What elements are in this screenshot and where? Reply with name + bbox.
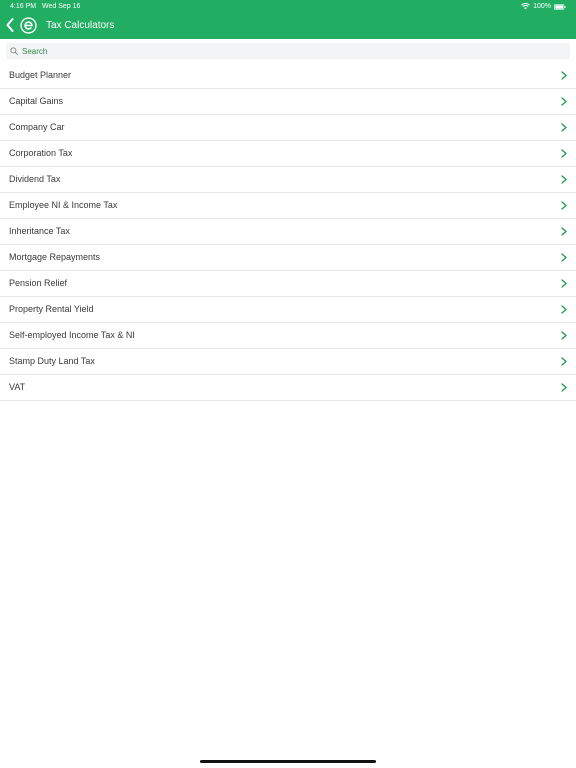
list-item-label: Self-employed Income Tax & NI <box>9 330 135 340</box>
chevron-right-icon <box>561 357 567 366</box>
list-item-label: Capital Gains <box>9 96 64 106</box>
chevron-right-icon <box>561 383 567 392</box>
battery-percentage: 100% <box>533 3 551 10</box>
app-logo-icon <box>20 17 37 34</box>
chevron-right-icon <box>561 279 567 288</box>
chevron-right-icon <box>561 253 567 262</box>
search-section <box>0 39 576 63</box>
list-item-label: Mortgage Repayments <box>9 252 101 262</box>
status-bar: 4:16 PM Wed Sep 16 100% <box>0 0 576 13</box>
list-item-label: Corporation Tax <box>9 148 73 158</box>
list-item-label: Stamp Duty Land Tax <box>9 356 95 366</box>
chevron-right-icon <box>561 227 567 236</box>
app-header: 4:16 PM Wed Sep 16 100% Tax Calculators <box>0 0 576 39</box>
chevron-right-icon <box>561 149 567 158</box>
search-bar[interactable] <box>6 43 570 59</box>
chevron-right-icon <box>561 201 567 210</box>
list-item-label: Employee NI & Income Tax <box>9 200 118 210</box>
list-item[interactable]: Capital Gains <box>0 89 576 115</box>
calculator-list: Budget Planner Capital Gains Company Car… <box>0 63 576 401</box>
list-item[interactable]: Self-employed Income Tax & NI <box>0 323 576 349</box>
status-time: 4:16 PM <box>10 3 37 10</box>
search-input[interactable] <box>22 43 562 59</box>
list-item-label: VAT <box>9 382 26 392</box>
battery-icon <box>554 3 566 10</box>
search-icon <box>10 47 18 55</box>
chevron-right-icon <box>561 97 567 106</box>
list-item-label: Pension Relief <box>9 278 68 288</box>
list-item-label: Budget Planner <box>9 70 72 80</box>
list-item[interactable]: Employee NI & Income Tax <box>0 193 576 219</box>
list-item-label: Property Rental Yield <box>9 304 94 314</box>
back-button[interactable] <box>3 15 17 35</box>
home-indicator[interactable] <box>200 760 376 763</box>
chevron-right-icon <box>561 331 567 340</box>
list-item[interactable]: Company Car <box>0 115 576 141</box>
list-item[interactable]: Corporation Tax <box>0 141 576 167</box>
list-item[interactable]: Budget Planner <box>0 63 576 89</box>
chevron-left-icon <box>6 18 14 32</box>
list-item[interactable]: Inheritance Tax <box>0 219 576 245</box>
status-indicators: 100% <box>521 0 566 13</box>
status-date: Wed Sep 16 <box>42 3 81 10</box>
page-title: Tax Calculators <box>46 20 115 31</box>
list-item[interactable]: Pension Relief <box>0 271 576 297</box>
chevron-right-icon <box>561 71 567 80</box>
list-item-label: Inheritance Tax <box>9 226 70 236</box>
list-item[interactable]: Mortgage Repayments <box>0 245 576 271</box>
chevron-right-icon <box>561 175 567 184</box>
navigation-bar: Tax Calculators <box>0 13 576 39</box>
chevron-right-icon <box>561 305 567 314</box>
list-item[interactable]: Dividend Tax <box>0 167 576 193</box>
list-item[interactable]: Stamp Duty Land Tax <box>0 349 576 375</box>
list-item[interactable]: Property Rental Yield <box>0 297 576 323</box>
list-item[interactable]: VAT <box>0 375 576 401</box>
list-item-label: Company Car <box>9 122 65 132</box>
wifi-icon <box>521 3 530 10</box>
list-item-label: Dividend Tax <box>9 174 61 184</box>
chevron-right-icon <box>561 123 567 132</box>
